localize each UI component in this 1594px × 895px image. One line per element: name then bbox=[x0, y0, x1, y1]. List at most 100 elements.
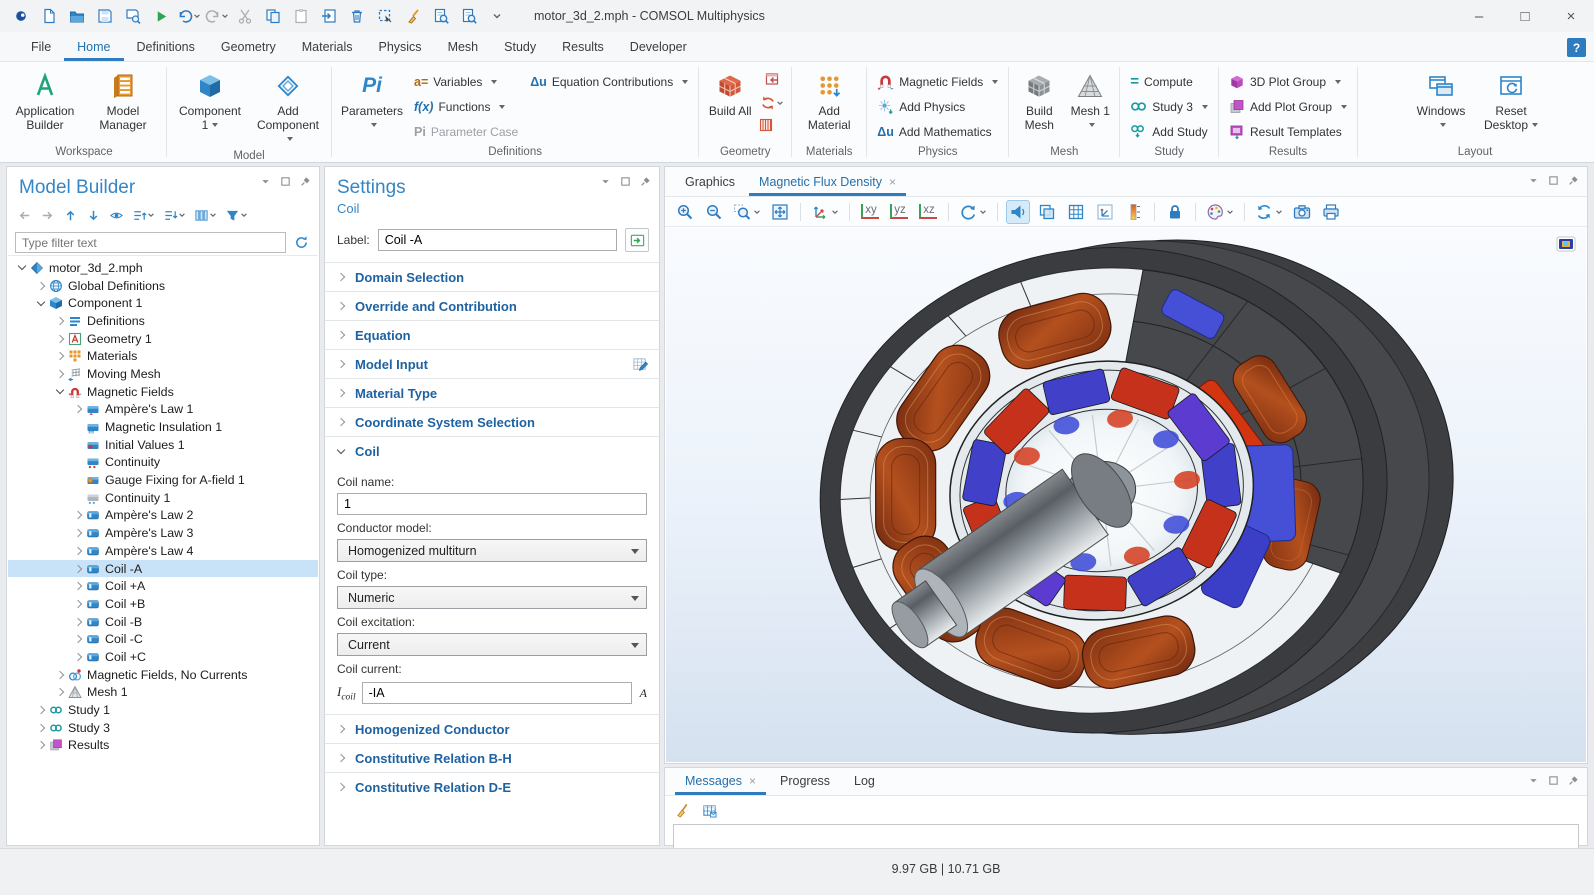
lock-view-button[interactable] bbox=[1163, 200, 1187, 224]
tree-item-geometry-1[interactable]: Geometry 1 bbox=[8, 330, 318, 348]
axes-button[interactable] bbox=[1093, 200, 1117, 224]
zoom-out-button[interactable] bbox=[702, 200, 726, 224]
model-input-edit-icon[interactable] bbox=[632, 356, 649, 373]
tree-item-coil-minus-b[interactable]: Coil -B bbox=[8, 613, 318, 631]
tab-definitions[interactable]: Definitions bbox=[124, 34, 208, 61]
panel-menu-icon[interactable] bbox=[260, 176, 271, 187]
tree-item-amperes-law-4[interactable]: Ampère's Law 4 bbox=[8, 542, 318, 560]
expand-all-button[interactable] bbox=[161, 205, 188, 225]
maximize-button[interactable]: □ bbox=[1502, 0, 1548, 32]
help-button[interactable]: ? bbox=[1567, 38, 1586, 57]
section-constitutive-bh[interactable]: Constitutive Relation B-H bbox=[325, 743, 659, 772]
zoom-in-button[interactable] bbox=[673, 200, 697, 224]
view-xy-button[interactable]: xy bbox=[858, 200, 882, 224]
tree-item-results[interactable]: Results bbox=[8, 737, 318, 755]
customize-toolbar-button[interactable] bbox=[484, 4, 510, 28]
functions-button[interactable]: f(x)Functions bbox=[409, 94, 523, 119]
geometry-virtual-operations-button[interactable] bbox=[758, 117, 786, 133]
color-legend-button[interactable] bbox=[1122, 200, 1146, 224]
close-button[interactable]: × bbox=[1548, 0, 1594, 32]
magnetic-fields-button[interactable]: Magnetic Fields bbox=[872, 69, 1003, 94]
add-physics-button[interactable]: Add Physics bbox=[872, 94, 1003, 119]
close-tab-icon[interactable]: × bbox=[749, 774, 756, 788]
panel-menu-icon[interactable] bbox=[1528, 175, 1539, 186]
scene-light-button[interactable] bbox=[1006, 200, 1030, 224]
section-constitutive-de[interactable]: Constitutive Relation D-E bbox=[325, 772, 659, 801]
close-tab-icon[interactable]: × bbox=[889, 175, 896, 189]
application-builder-button[interactable]: Application Builder bbox=[7, 67, 83, 135]
panel-pin-icon[interactable] bbox=[300, 176, 311, 187]
panel-menu-icon[interactable] bbox=[1528, 775, 1539, 786]
zoom-extents-button[interactable] bbox=[768, 200, 792, 224]
coil-name-input[interactable] bbox=[337, 493, 647, 515]
show-button[interactable] bbox=[107, 205, 126, 225]
study-3-button[interactable]: Study 3 bbox=[1125, 94, 1213, 119]
snapshot-button[interactable] bbox=[1290, 200, 1314, 224]
coil-type-select[interactable]: Numeric bbox=[337, 586, 647, 609]
search-settings-button[interactable] bbox=[456, 4, 482, 28]
model-manager-button[interactable]: Model Manager bbox=[85, 67, 161, 135]
tree-item-amperes-law-2[interactable]: Ampère's Law 2 bbox=[8, 507, 318, 525]
back-button[interactable] bbox=[15, 205, 34, 225]
zoom-box-button[interactable] bbox=[731, 200, 763, 224]
find-button[interactable] bbox=[428, 4, 454, 28]
view-orientation-button[interactable] bbox=[809, 200, 841, 224]
tab-graphics[interactable]: Graphics bbox=[675, 169, 745, 196]
tree-item-global-definitions[interactable]: Global Definitions bbox=[8, 277, 318, 295]
run-button[interactable] bbox=[148, 4, 174, 28]
tab-log[interactable]: Log bbox=[844, 768, 885, 795]
add-component-button[interactable]: Add Component bbox=[250, 67, 326, 149]
save-search-button[interactable] bbox=[120, 4, 146, 28]
tab-results[interactable]: Results bbox=[549, 34, 617, 61]
tree-item-study-3[interactable]: Study 3 bbox=[8, 719, 318, 737]
tree-item-materials[interactable]: Materials bbox=[8, 347, 318, 365]
view-xz-button[interactable]: xz bbox=[916, 200, 940, 224]
select-box-button[interactable] bbox=[372, 4, 398, 28]
tree-item-coil-plus-a[interactable]: Coil +A bbox=[8, 577, 318, 595]
equation-contributions-button[interactable]: ΔuEquation Contributions bbox=[525, 69, 693, 94]
tree-item-magnetic-fields[interactable]: Magnetic Fields bbox=[8, 383, 318, 401]
tree-item-magnetic-insulation-1[interactable]: Magnetic Insulation 1 bbox=[8, 418, 318, 436]
update-plot-button[interactable] bbox=[1253, 200, 1285, 224]
tab-geometry[interactable]: Geometry bbox=[208, 34, 289, 61]
save-button[interactable] bbox=[92, 4, 118, 28]
model-tree-nodes-button[interactable] bbox=[192, 205, 219, 225]
color-theme-button[interactable] bbox=[1204, 200, 1236, 224]
rename-button[interactable] bbox=[625, 228, 649, 252]
tree-item-amperes-law-3[interactable]: Ampère's Law 3 bbox=[8, 524, 318, 542]
move-down-button[interactable] bbox=[84, 205, 103, 225]
duplicate-button[interactable] bbox=[316, 4, 342, 28]
tree-item-continuity-1[interactable]: Continuity 1 bbox=[8, 489, 318, 507]
view-yz-button[interactable]: yz bbox=[887, 200, 911, 224]
panel-float-icon[interactable] bbox=[1548, 775, 1559, 786]
clear-selection-button[interactable] bbox=[400, 4, 426, 28]
rotate-button[interactable] bbox=[957, 200, 989, 224]
filter-button[interactable] bbox=[223, 205, 250, 225]
tab-physics[interactable]: Physics bbox=[365, 34, 434, 61]
tab-developer[interactable]: Developer bbox=[617, 34, 700, 61]
panel-float-icon[interactable] bbox=[1548, 175, 1559, 186]
grid-button[interactable] bbox=[1064, 200, 1088, 224]
add-plot-group-button[interactable]: Add Plot Group bbox=[1224, 94, 1352, 119]
tree-item-magnetic-fields-no-currents[interactable]: Magnetic Fields, No Currents bbox=[8, 666, 318, 684]
3d-plot-group-button[interactable]: 3D Plot Group bbox=[1224, 69, 1352, 94]
panel-menu-icon[interactable] bbox=[600, 176, 611, 187]
message-table-button[interactable] bbox=[700, 800, 719, 820]
conductor-model-select[interactable]: Homogenized multiturn bbox=[337, 539, 647, 562]
undo-button[interactable] bbox=[176, 4, 202, 28]
tab-mesh[interactable]: Mesh bbox=[435, 34, 492, 61]
graphics-canvas[interactable] bbox=[666, 228, 1586, 762]
move-up-button[interactable] bbox=[61, 205, 80, 225]
tree-filter-input[interactable] bbox=[15, 232, 286, 253]
tab-materials[interactable]: Materials bbox=[289, 34, 366, 61]
section-homogenized-conductor[interactable]: Homogenized Conductor bbox=[325, 714, 659, 743]
tree-item-coil-plus-b[interactable]: Coil +B bbox=[8, 595, 318, 613]
tree-item-study-1[interactable]: Study 1 bbox=[8, 701, 318, 719]
build-all-button[interactable]: Build All bbox=[704, 67, 756, 122]
collapse-all-button[interactable] bbox=[130, 205, 157, 225]
tree-item-coil-minus-c[interactable]: Coil -C bbox=[8, 630, 318, 648]
tree-item-component-1[interactable]: Component 1 bbox=[8, 294, 318, 312]
coil-current-input[interactable] bbox=[362, 682, 632, 704]
section-coordinate-system[interactable]: Coordinate System Selection bbox=[325, 407, 659, 436]
minimize-button[interactable]: – bbox=[1456, 0, 1502, 32]
